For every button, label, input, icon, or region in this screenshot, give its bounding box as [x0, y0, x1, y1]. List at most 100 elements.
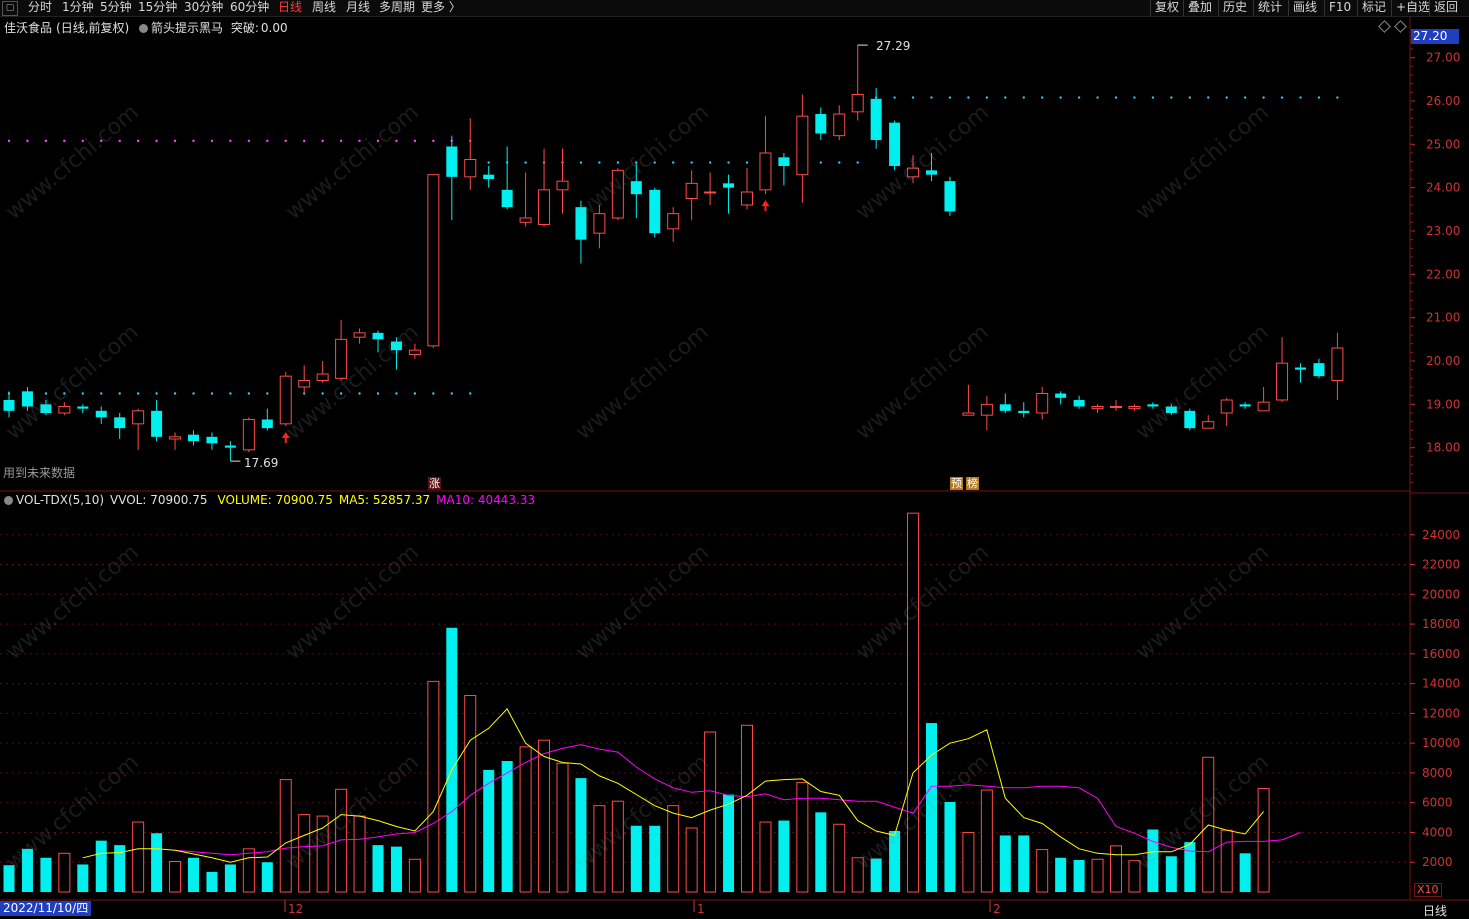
indicator-level-dot [893, 96, 896, 99]
date-cursor-label: 2022/11/10/四 [0, 901, 92, 916]
volume-bar [980, 789, 993, 893]
volume-bar [40, 857, 52, 892]
volume-bar [1018, 835, 1030, 892]
indicator-level-dot [229, 139, 232, 143]
price-tick-label: 27.00 [1426, 51, 1460, 65]
candle-body [1202, 421, 1215, 429]
indicator-level-dot [432, 139, 435, 143]
candle-body [188, 434, 199, 442]
legend-toggle-icon[interactable] [4, 496, 13, 505]
indicator-level-dot [690, 161, 693, 164]
indicator-level-dot [284, 139, 287, 143]
indicator-level-dot [247, 392, 251, 395]
indicator-level-dot [930, 96, 933, 99]
price-tick-label: 25.00 [1426, 137, 1460, 151]
candle-body [224, 445, 236, 448]
candle-body [316, 373, 329, 381]
indicator-level-dot [81, 392, 85, 395]
candle-body [1036, 393, 1049, 414]
indicator-level-dot [266, 392, 269, 395]
candle-body [483, 174, 495, 179]
candle-body [1165, 406, 1177, 413]
volume-bar [372, 845, 384, 892]
indicator-level-dot [1207, 96, 1210, 99]
marker-yu[interactable]: 预 [950, 477, 963, 490]
candle-body [1073, 400, 1085, 407]
indicator-level-dot [727, 161, 730, 164]
candle-body [1239, 404, 1251, 407]
candle-body [1055, 393, 1067, 398]
volume-tick-label: 12000 [1422, 706, 1460, 720]
volume-tick-label: 2000 [1422, 855, 1453, 869]
low-price-label: 17.69 [244, 456, 279, 470]
volume-unit-label: X10 [1414, 883, 1442, 897]
candle-body [944, 181, 956, 212]
indicator-level-dot [1004, 96, 1007, 99]
volume-bar [1257, 788, 1270, 893]
volume-bar [556, 762, 569, 893]
volume-bar [999, 835, 1011, 892]
legend-ma10: MA10: 40443.33 [436, 493, 536, 507]
volume-bar [741, 724, 753, 893]
candle-body [390, 341, 402, 351]
volume-tick-label: 16000 [1422, 647, 1460, 661]
indicator-level-dot [7, 139, 11, 143]
legend-ma5: MA5: 52857.37 [338, 493, 431, 507]
volume-bar [58, 852, 71, 893]
indicator-level-dot [1336, 96, 1339, 99]
volume-bar [1110, 845, 1122, 893]
candle-body [926, 170, 937, 175]
volume-bar [611, 800, 624, 893]
volume-bar [446, 627, 458, 892]
volume-bar [778, 820, 790, 892]
price-tick-label: 22.00 [1426, 267, 1460, 281]
candle-body [759, 152, 772, 191]
volume-bar [851, 857, 864, 893]
candle-body [1276, 362, 1289, 401]
buy-arrow-icon [761, 200, 770, 212]
indicator-level-dot [1243, 96, 1247, 99]
marker-zhang[interactable]: 涨 [428, 477, 441, 490]
volume-bar [833, 823, 846, 893]
volume-bar [593, 805, 606, 893]
volume-bar [1091, 858, 1104, 893]
indicator-level-dot [1299, 96, 1302, 99]
candle-body [114, 417, 126, 429]
candle-body [1184, 410, 1196, 429]
candle-body [1091, 406, 1104, 410]
candle-body [372, 332, 384, 340]
indicator-level-dot [413, 392, 417, 395]
candle-body [778, 157, 790, 166]
indicator-level-dot [985, 96, 989, 99]
kline-chart[interactable]: 27.00 26.00 25.00 24.00 23.00 22.00 21.00 20.00… [0, 0, 1469, 917]
volume-bar [815, 812, 827, 892]
volume-bar [298, 814, 311, 893]
volume-bar [390, 846, 402, 892]
marker-bang[interactable]: 榜 [966, 477, 979, 490]
volume-bar [630, 825, 642, 892]
indicator-level-dot [487, 161, 490, 164]
indicator-level-dot [450, 392, 453, 395]
indicator-level-dot [136, 139, 140, 143]
candle-body [427, 174, 440, 347]
indicator-level-dot [395, 392, 398, 395]
candle-body [353, 332, 366, 338]
future-data-note: 用到未来数据 [3, 466, 76, 480]
indicator-level-dot [81, 139, 85, 143]
indicator-level-dot [1317, 96, 1321, 99]
candle-body [685, 182, 698, 199]
candle-body [723, 183, 735, 188]
indicator-level-dot [856, 161, 859, 164]
indicator-level-dot [63, 139, 66, 143]
volume-bar [279, 779, 292, 893]
candle-body [21, 391, 33, 407]
volume-bar [1036, 849, 1049, 893]
period-indicator: 日线 [1423, 904, 1448, 918]
candle-body [870, 98, 882, 140]
indicator-level-dot [192, 392, 195, 395]
volume-bar [261, 862, 273, 892]
candle-body [151, 410, 163, 437]
volume-tick-label: 22000 [1422, 558, 1460, 572]
candle-body [58, 406, 71, 414]
volume-bar [151, 833, 163, 892]
